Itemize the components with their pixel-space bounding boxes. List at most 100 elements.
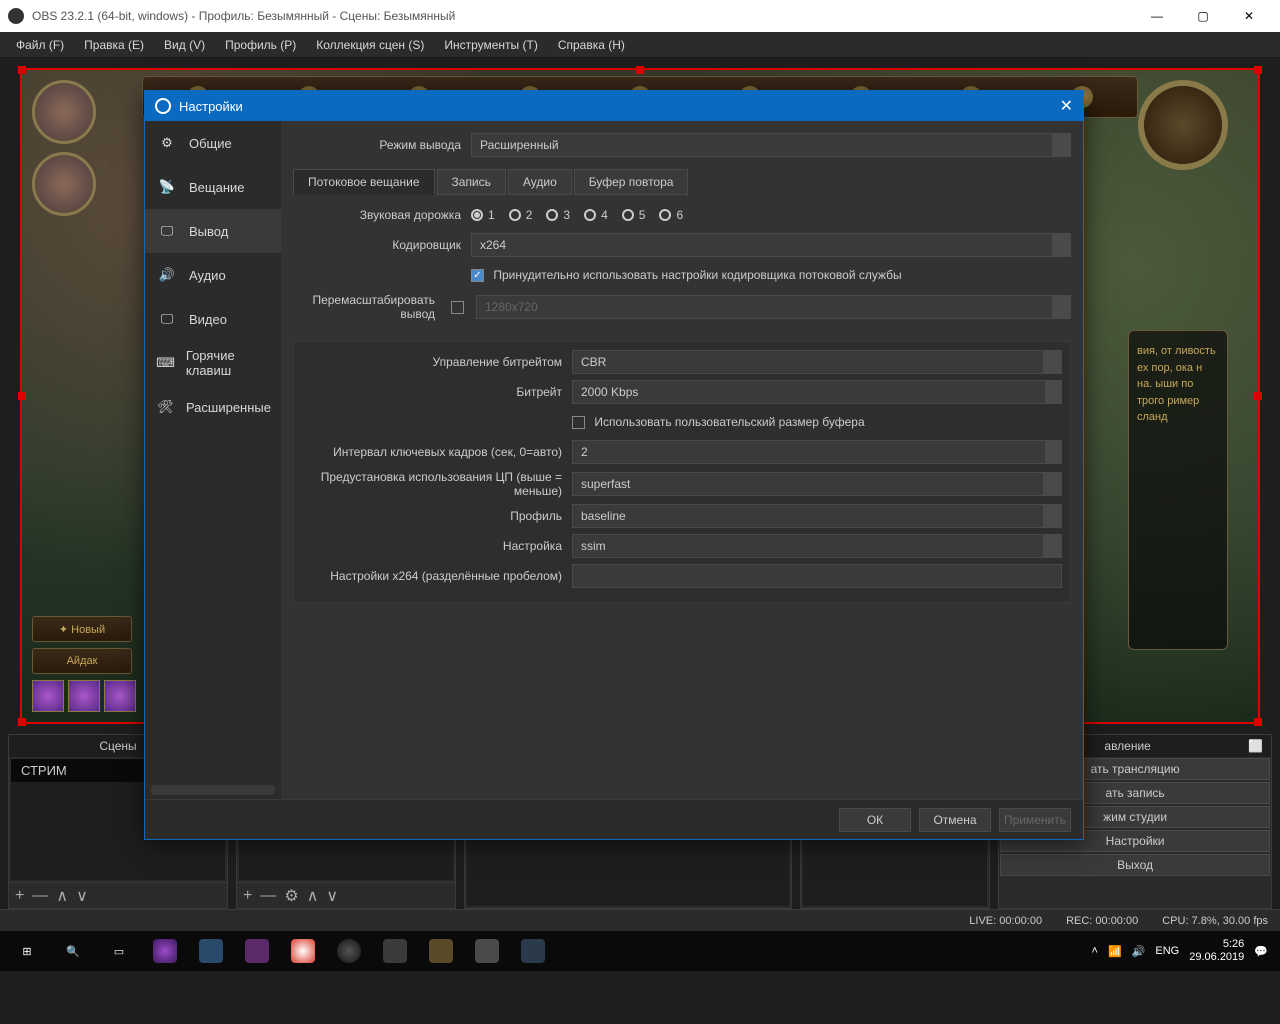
- custom-buffer-label: Использовать пользовательский размер буф…: [594, 415, 864, 429]
- start-button[interactable]: ⊞: [4, 933, 50, 969]
- audio-track-1[interactable]: 1: [471, 208, 495, 222]
- keyint-spinner[interactable]: 2▲▼: [572, 440, 1062, 464]
- dialog-close-button[interactable]: ✕: [1060, 96, 1073, 116]
- audio-track-3[interactable]: 3: [546, 208, 570, 222]
- minimize-button[interactable]: —: [1134, 0, 1180, 32]
- sidebar-scrollbar[interactable]: [151, 785, 275, 795]
- scene-remove-button[interactable]: —: [32, 887, 48, 905]
- taskbar-app-3[interactable]: [234, 933, 280, 969]
- taskbar-app-2[interactable]: [188, 933, 234, 969]
- preset-label: Предустановка использования ЦП (выше = м…: [302, 470, 572, 498]
- close-button[interactable]: ✕: [1226, 0, 1272, 32]
- tray-wifi-icon[interactable]: 📶: [1108, 945, 1122, 958]
- maximize-button[interactable]: ▢: [1180, 0, 1226, 32]
- obs-icon: [8, 8, 24, 24]
- output-mode-dropdown[interactable]: Расширенный▲▼: [471, 133, 1071, 157]
- tab-replay-buffer[interactable]: Буфер повтора: [574, 169, 689, 195]
- preset-dropdown[interactable]: superfast▲▼: [572, 472, 1062, 496]
- tray-notifications-icon[interactable]: 💬: [1254, 945, 1268, 958]
- menu-profile[interactable]: Профиль (P): [215, 34, 306, 56]
- source-remove-button[interactable]: —: [260, 887, 276, 905]
- search-icon[interactable]: 🔍: [50, 933, 96, 969]
- ok-button[interactable]: ОК: [839, 808, 911, 832]
- profile-label: Профиль: [302, 509, 572, 523]
- audio-track-4[interactable]: 4: [584, 208, 608, 222]
- custom-buffer-checkbox[interactable]: [572, 416, 585, 429]
- taskbar-obs[interactable]: [326, 933, 372, 969]
- apply-button[interactable]: Применить: [999, 808, 1071, 832]
- profile-dropdown[interactable]: baseline▲▼: [572, 504, 1062, 528]
- sidebar-item-video[interactable]: 🖵 Видео: [145, 297, 281, 341]
- tray-language[interactable]: ENG: [1155, 945, 1179, 957]
- menu-view[interactable]: Вид (V): [154, 34, 215, 56]
- scene-up-button[interactable]: ∧: [56, 886, 68, 906]
- scene-down-button[interactable]: ∨: [76, 886, 88, 906]
- bitrate-label: Битрейт: [302, 385, 572, 399]
- enforce-checkbox[interactable]: [471, 269, 484, 282]
- tab-recording[interactable]: Запись: [437, 169, 506, 195]
- menu-help[interactable]: Справка (H): [548, 34, 635, 56]
- audio-track-2[interactable]: 2: [509, 208, 533, 222]
- window-title: OBS 23.2.1 (64-bit, windows) - Профиль: …: [32, 9, 455, 23]
- source-add-button[interactable]: +: [243, 887, 252, 905]
- tray-datetime[interactable]: 5:26 29.06.2019: [1189, 938, 1244, 964]
- encoder-dropdown[interactable]: x264▲▼: [471, 233, 1071, 257]
- sidebar-item-audio[interactable]: 🔊 Аудио: [145, 253, 281, 297]
- source-down-button[interactable]: ∨: [326, 886, 338, 906]
- source-up-button[interactable]: ∧: [307, 886, 319, 906]
- rescale-checkbox[interactable]: [451, 301, 464, 314]
- sidebar-item-output[interactable]: 🖵 Вывод: [145, 209, 281, 253]
- menu-file[interactable]: Файл (F): [6, 34, 74, 56]
- menu-tools[interactable]: Инструменты (T): [434, 34, 547, 56]
- audio-track-6[interactable]: 6: [659, 208, 683, 222]
- output-mode-label: Режим вывода: [293, 138, 471, 152]
- settings-sidebar: ⚙ Общие 📡 Вещание 🖵 Вывод 🔊 Аудио 🖵 Виде…: [145, 121, 281, 799]
- audio-track-label: Звуковая дорожка: [293, 208, 471, 222]
- bitrate-spinner[interactable]: 2000 Kbps▲▼: [572, 380, 1062, 404]
- game-minimap: [1138, 80, 1228, 170]
- task-view-icon[interactable]: ▭: [96, 933, 142, 969]
- x264opts-input[interactable]: [572, 564, 1062, 588]
- taskbar-app-7[interactable]: [464, 933, 510, 969]
- taskbar-app-5[interactable]: [372, 933, 418, 969]
- taskbar-app-1[interactable]: [142, 933, 188, 969]
- settings-dialog: Настройки ✕ ⚙ Общие 📡 Вещание 🖵 Вывод 🔊 …: [144, 90, 1084, 840]
- rate-control-dropdown[interactable]: CBR▲▼: [572, 350, 1062, 374]
- game-portraits: [32, 80, 96, 224]
- display-icon: 🖵: [155, 307, 179, 331]
- tray-volume-icon[interactable]: 🔊: [1132, 945, 1146, 958]
- sidebar-item-general[interactable]: ⚙ Общие: [145, 121, 281, 165]
- taskbar-app-8[interactable]: [510, 933, 556, 969]
- sidebar-item-advanced[interactable]: 🛠 Расширенные: [145, 385, 281, 429]
- taskbar-app-6[interactable]: [418, 933, 464, 969]
- taskbar-app-4[interactable]: [280, 933, 326, 969]
- keyboard-icon: ⌨: [155, 351, 176, 375]
- enforce-label: Принудительно использовать настройки код…: [493, 268, 901, 282]
- sidebar-item-stream[interactable]: 📡 Вещание: [145, 165, 281, 209]
- tools-icon: 🛠: [155, 395, 176, 419]
- obs-icon: [155, 98, 171, 114]
- menu-scene-collection[interactable]: Коллекция сцен (S): [306, 34, 434, 56]
- tab-audio[interactable]: Аудио: [508, 169, 572, 195]
- settings-content: Режим вывода Расширенный▲▼ Потоковое вещ…: [281, 121, 1083, 799]
- tab-streaming[interactable]: Потоковое вещание: [293, 169, 435, 195]
- source-settings-button[interactable]: ⚙: [284, 886, 298, 906]
- exit-button[interactable]: Выход: [1000, 854, 1270, 876]
- antenna-icon: 📡: [155, 175, 179, 199]
- window-titlebar: OBS 23.2.1 (64-bit, windows) - Профиль: …: [0, 0, 1280, 32]
- encoder-label: Кодировщик: [293, 238, 471, 252]
- menu-edit[interactable]: Правка (E): [74, 34, 154, 56]
- game-bottom-panel: ✦ Новый Айдак: [32, 616, 142, 712]
- monitor-icon: 🖵: [155, 219, 179, 243]
- rescale-dropdown[interactable]: 1280x720▼: [476, 295, 1071, 319]
- enforce-checkbox-row[interactable]: Принудительно использовать настройки код…: [471, 268, 1071, 282]
- scene-add-button[interactable]: +: [15, 887, 24, 905]
- sidebar-item-hotkeys[interactable]: ⌨ Горячие клавиш: [145, 341, 281, 385]
- tune-dropdown[interactable]: ssim▲▼: [572, 534, 1062, 558]
- audio-track-5[interactable]: 5: [622, 208, 646, 222]
- custom-buffer-row[interactable]: Использовать пользовательский размер буф…: [572, 415, 1062, 429]
- gear-icon: ⚙: [155, 131, 179, 155]
- tray-chevron-up-icon[interactable]: ˄: [1092, 945, 1098, 957]
- cancel-button[interactable]: Отмена: [919, 808, 991, 832]
- rate-control-label: Управление битрейтом: [302, 355, 572, 369]
